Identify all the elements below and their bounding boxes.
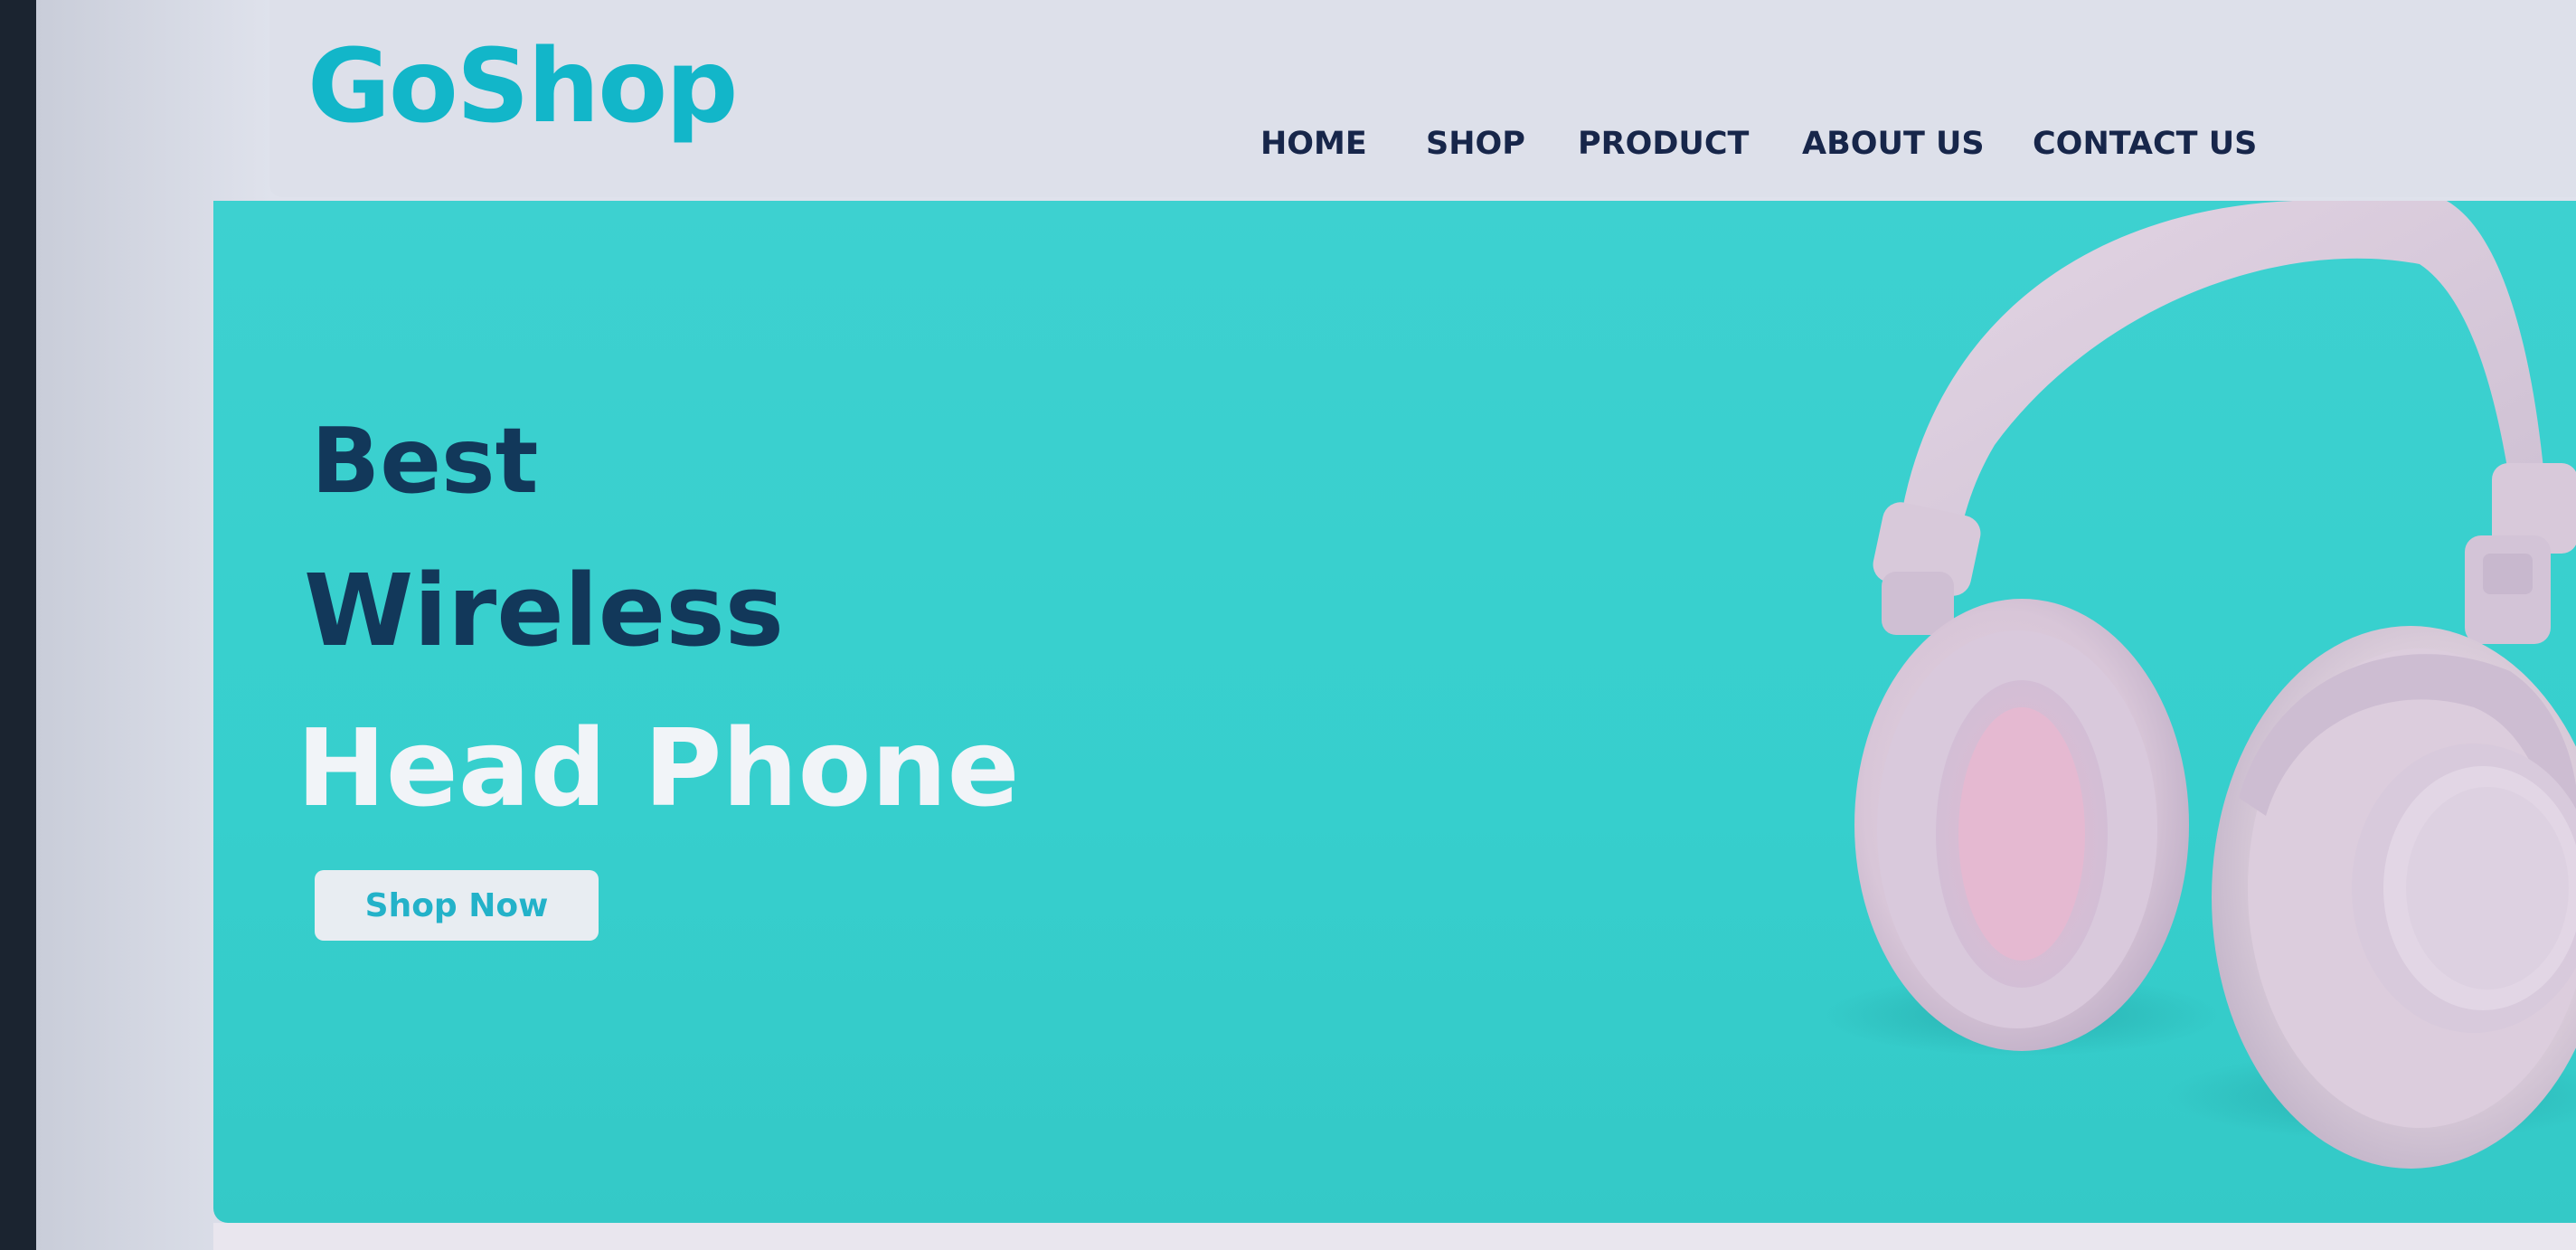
shop-now-button[interactable]: Shop Now xyxy=(315,870,599,941)
nav-product[interactable]: PRODUCT xyxy=(1578,121,1749,166)
hero-headline-best: Best xyxy=(311,408,539,514)
page-bottom-strip xyxy=(213,1223,2576,1250)
browser-screen: GoShop HOME SHOP PRODUCT ABOUT US CONTAC… xyxy=(36,0,2576,1250)
nav-shop[interactable]: SHOP xyxy=(1426,121,1525,166)
headphones-image xyxy=(1823,201,2576,1169)
hero-banner: Best Wireless Head Phone Shop Now xyxy=(213,201,2576,1223)
nav-home[interactable]: HOME xyxy=(1260,121,1367,166)
nav-about-us[interactable]: ABOUT US xyxy=(1802,121,1985,166)
nav-contact-us[interactable]: CONTACT US xyxy=(2033,121,2257,166)
main-nav: HOME SHOP PRODUCT ABOUT US CONTACT US xyxy=(36,121,2576,166)
hero-headline-wireless: Wireless xyxy=(304,553,785,668)
hero-headline-head-phone: Head Phone xyxy=(297,705,1020,830)
